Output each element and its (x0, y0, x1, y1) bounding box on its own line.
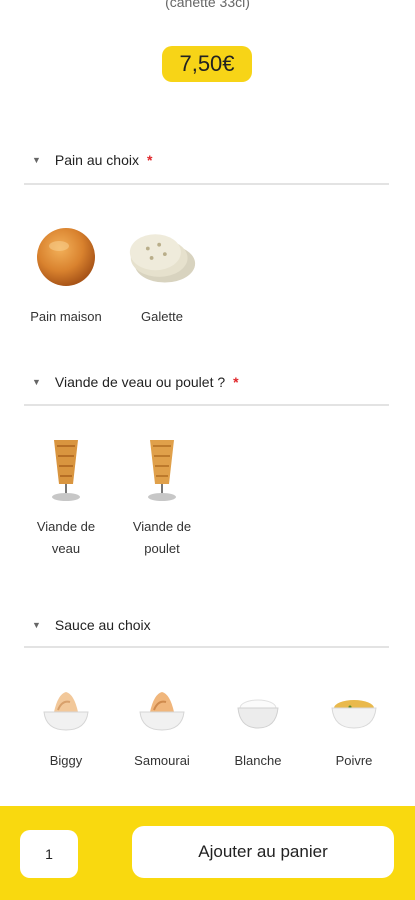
option-sauce-poivre[interactable]: Poivre (306, 686, 402, 772)
option-sauce-blanche[interactable]: Blanche (210, 686, 306, 772)
cart-footer: 1 Ajouter au panier (0, 806, 415, 900)
bread-bun-icon (31, 222, 101, 292)
option-label: Viande de veau (36, 519, 96, 556)
option-sauce-samourai[interactable]: Samourai (114, 686, 210, 772)
flatbread-icon (127, 222, 197, 292)
option-pain-maison[interactable]: Pain maison (18, 222, 114, 328)
add-to-cart-button[interactable]: Ajouter au panier (132, 826, 394, 878)
sauce-bowl-icon (223, 686, 293, 736)
price-badge: 7,50€ (162, 46, 252, 82)
section-header-sauce: ▼ Sauce au choix (32, 617, 151, 633)
bullet-icon: ▼ (32, 155, 41, 165)
section-title: Sauce au choix (54, 617, 151, 633)
section-divider (24, 183, 389, 185)
section-header-bread: ▼ Pain au choix * (32, 152, 152, 168)
bullet-icon: ▼ (32, 377, 41, 387)
option-label: Poivre (335, 753, 373, 768)
option-label: Viande de poulet (132, 519, 192, 556)
option-label: Galette (141, 309, 183, 324)
option-sauce-biggy[interactable]: Biggy (18, 686, 114, 772)
option-label: Samourai (134, 753, 190, 768)
product-subtitle: (canette 33cl) (165, 0, 250, 10)
required-mark: * (233, 374, 239, 390)
section-title: Pain au choix (54, 152, 139, 168)
kebab-spit-icon (31, 438, 101, 502)
bullet-icon: ▼ (32, 620, 41, 630)
option-label: Blanche (234, 753, 282, 768)
sauce-bowl-icon (31, 686, 101, 736)
section-divider (24, 646, 389, 648)
option-viande-veau[interactable]: Viande de veau (18, 438, 114, 560)
section-title: Viande de veau ou poulet ? (54, 374, 226, 390)
option-galette[interactable]: Galette (114, 222, 210, 328)
quantity-field[interactable]: 1 (20, 830, 78, 878)
required-mark: * (146, 152, 153, 168)
section-divider (24, 404, 389, 406)
option-label: Biggy (49, 753, 83, 768)
option-label: Pain maison (30, 309, 102, 324)
sauce-bowl-icon (127, 686, 197, 736)
sauce-bowl-icon (319, 686, 389, 736)
option-viande-poulet[interactable]: Viande de poulet (114, 438, 210, 560)
kebab-spit-icon (127, 438, 197, 502)
section-header-meat: ▼ Viande de veau ou poulet ? * (32, 374, 239, 390)
